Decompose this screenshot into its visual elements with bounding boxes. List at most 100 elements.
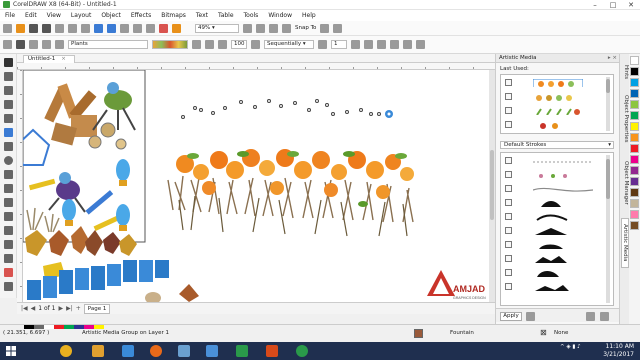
doc-palette-swatch[interactable] — [94, 325, 104, 329]
close-button[interactable]: ✕ — [622, 1, 640, 9]
show-rulers-icon[interactable] — [256, 23, 265, 33]
scale-icon[interactable] — [403, 40, 412, 49]
palette-swatch[interactable] — [630, 133, 639, 142]
menu-bitmaps[interactable]: Bitmaps — [156, 12, 191, 19]
tab-hints[interactable]: Hints — [621, 58, 629, 86]
delete-stroke-icon[interactable] — [600, 312, 609, 321]
windows-start-icon[interactable] — [6, 346, 16, 356]
stroke-item[interactable] — [503, 211, 613, 223]
spacing-field[interactable]: 1 — [331, 40, 347, 49]
palette-swatch[interactable] — [630, 199, 639, 208]
pick-tool-icon[interactable] — [4, 58, 13, 67]
docker-close-icon[interactable]: ▸ × — [608, 54, 617, 63]
palette-swatch[interactable] — [630, 111, 639, 120]
network-icon[interactable] — [122, 345, 134, 357]
first-page-icon[interactable]: |◀ — [21, 305, 28, 312]
page-tab[interactable]: Page 1 — [83, 303, 111, 314]
drawing-canvas[interactable]: AMJAD GRAPHICS DESIGN — [23, 70, 490, 302]
search-content-icon[interactable] — [120, 23, 129, 33]
menu-file[interactable]: File — [0, 12, 20, 19]
spray-pattern-preview[interactable] — [152, 40, 188, 49]
text-tool-icon[interactable] — [4, 184, 13, 193]
open-icon[interactable] — [16, 23, 25, 33]
last-page-icon[interactable]: ▶| — [66, 305, 73, 312]
tab-object-properties[interactable]: Object Properties — [621, 90, 629, 148]
stroke-item[interactable] — [503, 267, 613, 279]
delete-preset-icon[interactable] — [205, 40, 214, 49]
transparency-tool-icon[interactable] — [4, 240, 13, 249]
camtasia-icon[interactable] — [236, 345, 248, 357]
snap-to-dropdown[interactable]: Snap To — [295, 25, 316, 31]
palette-swatch[interactable] — [630, 78, 639, 87]
rotation-icon[interactable] — [351, 40, 360, 49]
ellipse-tool-icon[interactable] — [4, 156, 13, 165]
calligraphic-icon[interactable] — [42, 40, 51, 49]
tab-artistic-media[interactable]: Artistic Media — [621, 218, 629, 268]
menu-text[interactable]: Text — [191, 12, 213, 19]
save-icon[interactable] — [29, 23, 38, 33]
export-icon[interactable] — [146, 23, 155, 33]
zoom-level-dropdown[interactable]: 49% ▾ — [195, 23, 239, 33]
add-page-icon[interactable]: + — [76, 305, 81, 312]
interactive-fill-tool-icon[interactable] — [4, 268, 13, 277]
options-gear-icon[interactable] — [320, 23, 330, 33]
no-outline-icon[interactable]: ⊠ — [540, 328, 547, 337]
palette-swatch[interactable] — [630, 155, 639, 164]
stroke-item[interactable] — [503, 155, 613, 167]
last-used-scrollbar[interactable] — [606, 77, 610, 131]
reset-icon[interactable] — [377, 40, 386, 49]
tab-object-manager[interactable]: Object Manager — [621, 154, 629, 212]
palette-swatch[interactable] — [630, 122, 639, 131]
connector-tool-icon[interactable] — [4, 212, 13, 221]
palette-swatch[interactable] — [630, 56, 639, 65]
new-document-icon[interactable] — [3, 23, 12, 33]
polygon-tool-icon[interactable] — [4, 170, 13, 179]
file-explorer-icon[interactable] — [92, 345, 104, 357]
save-preset-icon[interactable] — [192, 40, 201, 49]
brush-icon[interactable] — [16, 40, 25, 49]
print-icon[interactable] — [42, 23, 51, 33]
smart-fill-tool-icon[interactable] — [4, 282, 13, 291]
quick-customize-icon[interactable] — [390, 40, 399, 49]
show-guidelines-icon[interactable] — [282, 23, 291, 33]
spray-category-dropdown[interactable]: Plants — [68, 40, 148, 49]
show-grid-icon[interactable] — [269, 23, 278, 33]
stroke-item[interactable] — [503, 183, 613, 195]
last-used-item-1[interactable] — [503, 77, 613, 89]
parallel-dimension-tool-icon[interactable] — [4, 198, 13, 207]
menu-view[interactable]: View — [42, 12, 66, 19]
doc-palette-swatch[interactable] — [54, 325, 64, 329]
menu-edit[interactable]: Edit — [20, 12, 42, 19]
menu-tools[interactable]: Tools — [239, 12, 264, 19]
rectangle-tool-icon[interactable] — [4, 142, 13, 151]
taskbar-clock[interactable]: 11:10 AM 3/21/2017 — [603, 343, 634, 358]
freehand-tool-icon[interactable] — [4, 114, 13, 123]
offset-icon[interactable] — [364, 40, 373, 49]
system-tray-icons[interactable]: ^ ◈ ▮ ♪ — [560, 344, 581, 350]
crop-tool-icon[interactable] — [4, 86, 13, 95]
stroke-item[interactable] — [503, 197, 613, 209]
publish-pdf-icon[interactable] — [159, 23, 168, 33]
horizontal-ruler[interactable] — [17, 63, 495, 70]
document-tab[interactable]: Untitled-1 × — [23, 55, 75, 63]
stroke-item[interactable] — [503, 225, 613, 237]
stroke-item[interactable] — [503, 253, 613, 265]
sprayer-icon[interactable] — [29, 40, 38, 49]
store-icon[interactable] — [206, 345, 218, 357]
stroke-library-dropdown[interactable]: Default Strokes ▾ — [500, 141, 614, 149]
spray-size-field[interactable]: 100 — [231, 40, 247, 49]
menu-window[interactable]: Window — [263, 12, 297, 19]
undo-icon[interactable] — [94, 23, 103, 33]
stroke-item[interactable] — [503, 239, 613, 251]
doc-palette-swatch[interactable] — [24, 325, 34, 329]
last-used-item-2[interactable] — [503, 91, 613, 103]
stroke-item[interactable] — [503, 281, 613, 293]
preset-icon[interactable] — [3, 40, 12, 49]
palette-swatch[interactable] — [630, 67, 639, 76]
save-stroke-icon[interactable] — [586, 312, 595, 321]
drop-shadow-tool-icon[interactable] — [4, 226, 13, 235]
prev-page-icon[interactable]: ◀ — [31, 305, 36, 312]
doc-palette-swatch[interactable] — [84, 325, 94, 329]
eyedropper-tool-icon[interactable] — [4, 254, 13, 263]
cut-icon[interactable] — [55, 23, 64, 33]
